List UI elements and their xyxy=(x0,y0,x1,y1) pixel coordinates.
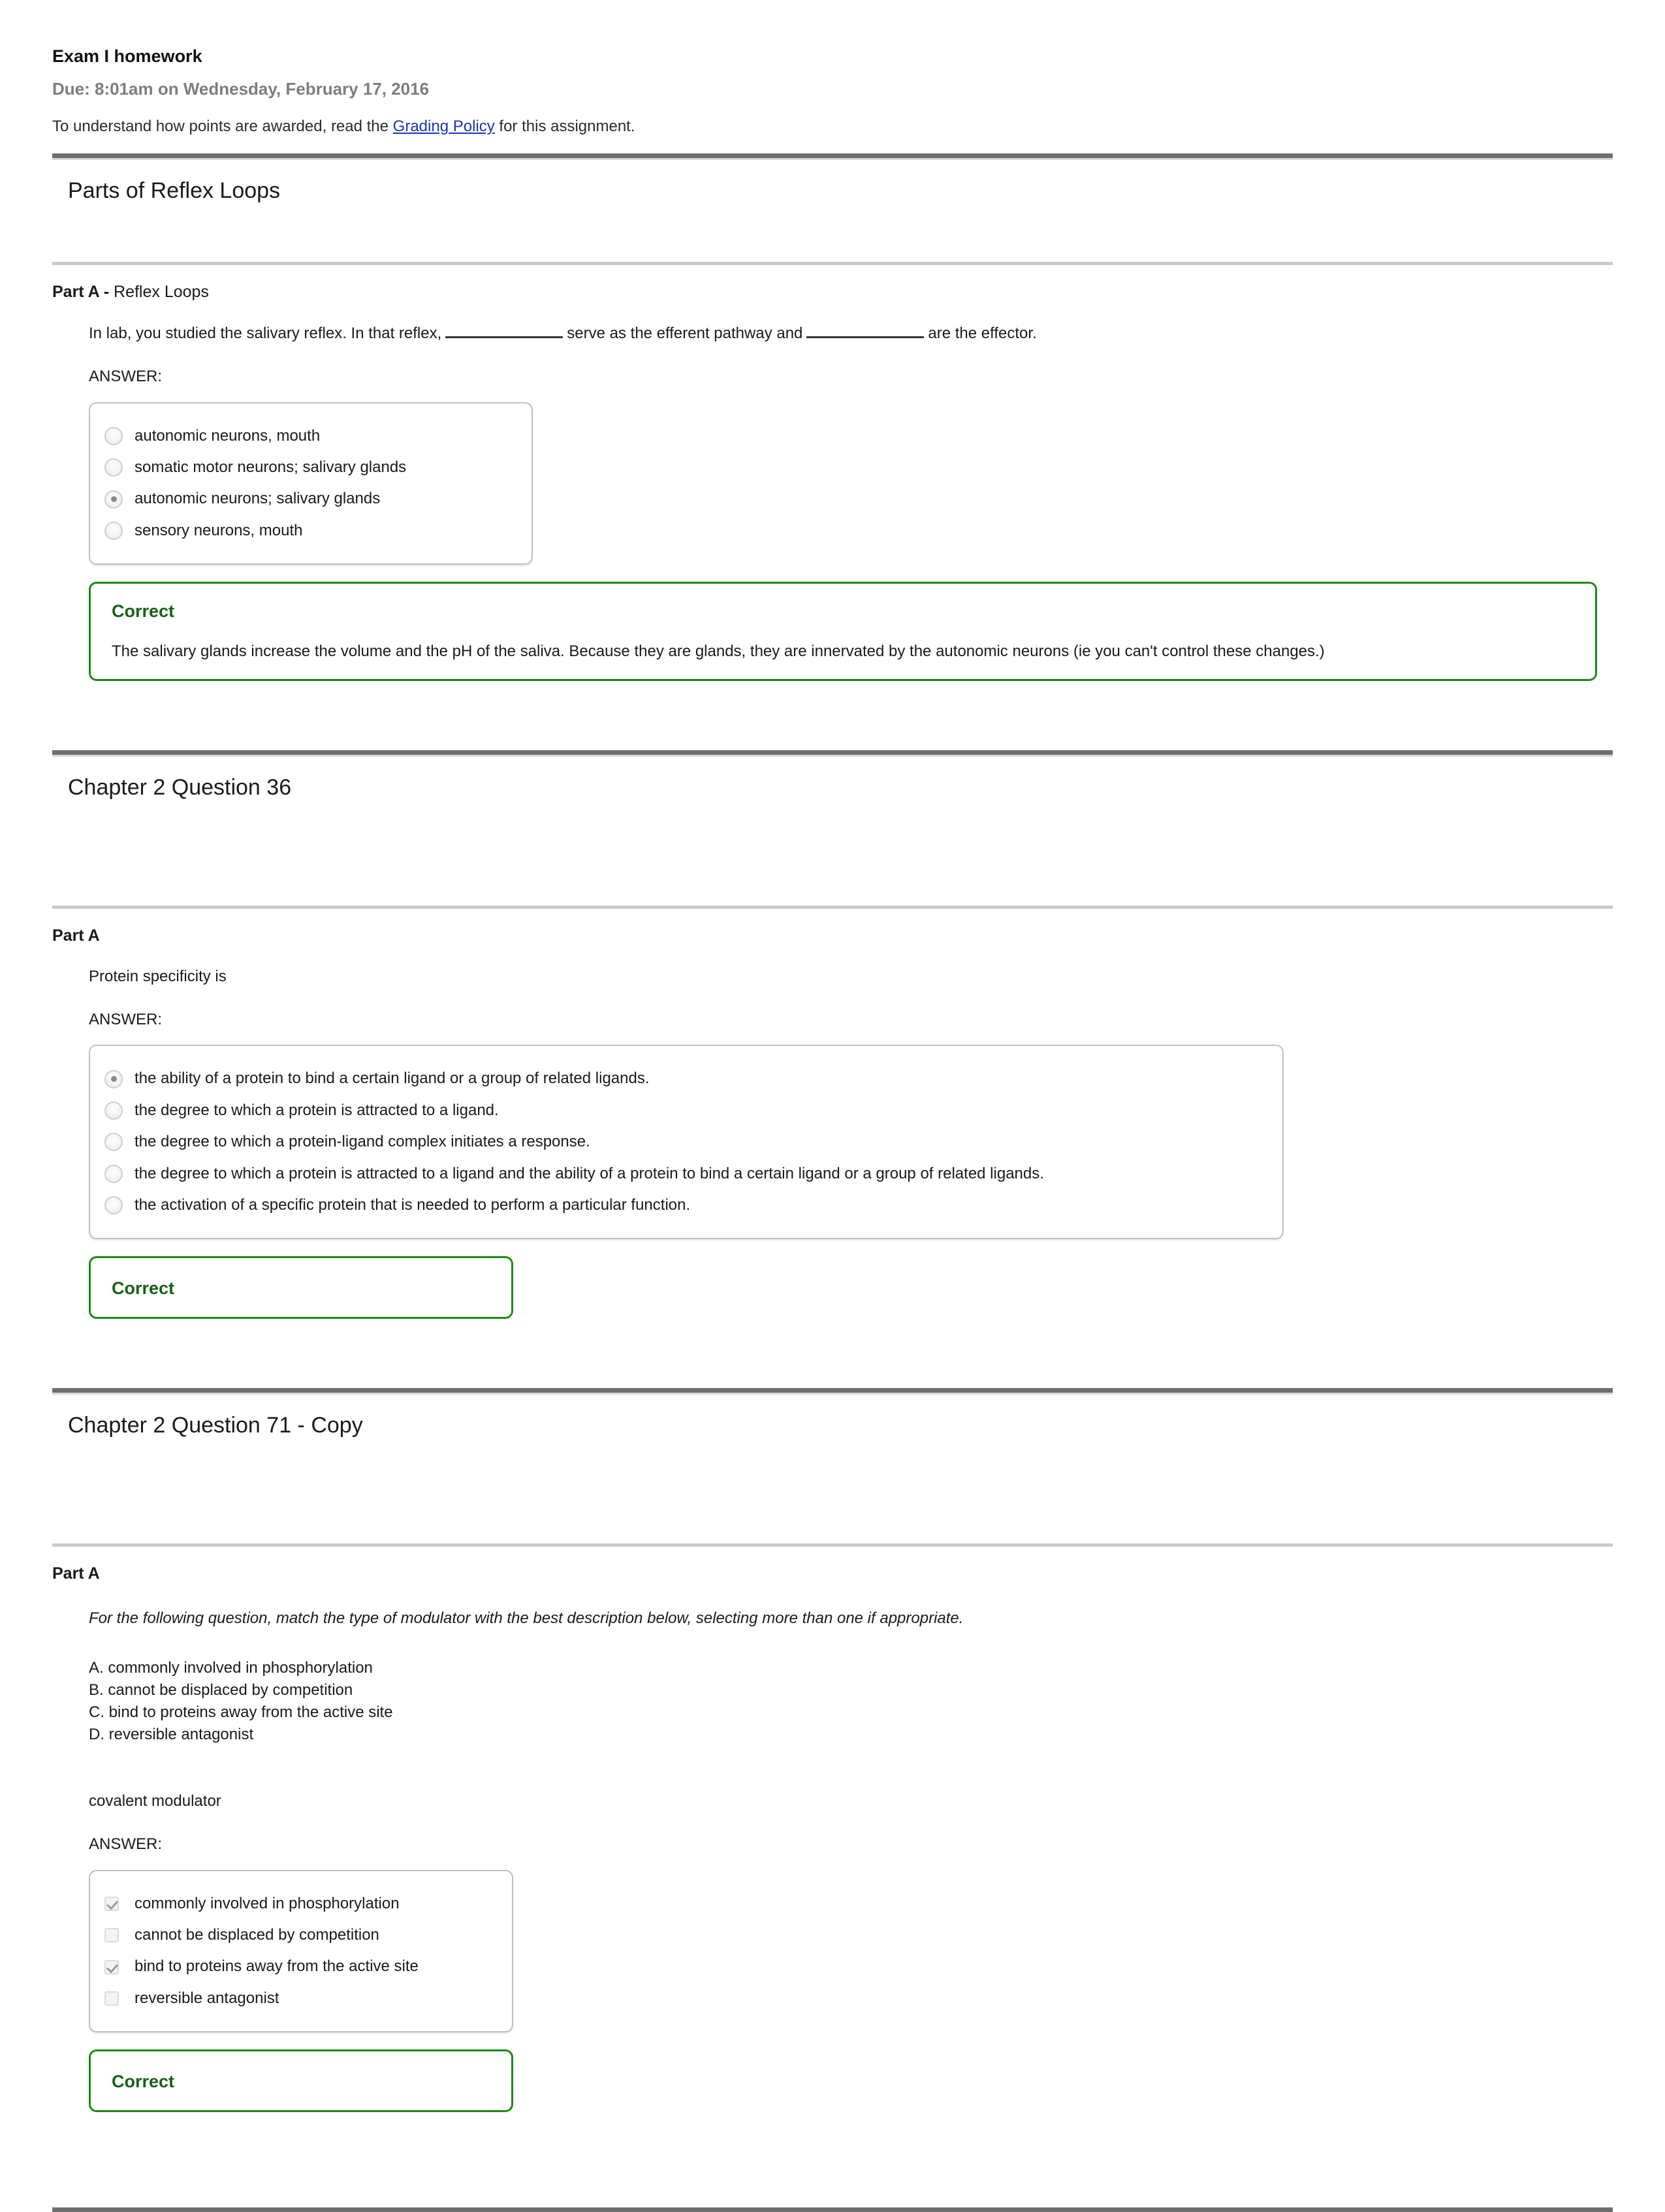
option-label: the degree to which a protein is attract… xyxy=(135,1101,499,1119)
feedback-correct-box: Correct xyxy=(89,1256,513,1319)
grading-note-suffix: for this assignment. xyxy=(494,118,635,136)
feedback-status-title: Correct xyxy=(112,1278,175,1299)
option-label: autonomic neurons, mouth xyxy=(135,426,321,445)
radio-button-icon-selected[interactable] xyxy=(104,1069,123,1088)
checkbox-icon-checked[interactable] xyxy=(104,1896,119,1911)
part-label-text: Part A xyxy=(52,926,100,945)
part-label: Part A xyxy=(52,909,1613,946)
assignment-due-date: Due: 8:01am on Wednesday, February 17, 2… xyxy=(52,78,430,99)
matching-prompt: covalent modulator xyxy=(89,1792,221,1810)
section-divider xyxy=(52,1388,1613,1393)
radio-button-icon[interactable] xyxy=(104,1164,123,1183)
option-label: somatic motor neurons; salivary glands xyxy=(135,458,407,477)
radio-button-icon[interactable] xyxy=(104,1133,123,1152)
part-a-reflex-loops: Part A - Reflex Loops In lab, you studie… xyxy=(52,265,1613,682)
part-label-text: Part A - xyxy=(52,283,110,302)
question-instruction: For the following question, match the ty… xyxy=(89,1609,964,1628)
radio-button-icon[interactable] xyxy=(104,458,123,477)
answer-label: ANSWER: xyxy=(89,1835,163,1853)
answer-blank-1 xyxy=(445,322,563,339)
option-label: sensory neurons, mouth xyxy=(135,521,303,539)
checkbox-icon[interactable] xyxy=(104,1928,119,1943)
radio-button-icon[interactable] xyxy=(104,1101,123,1120)
option-row[interactable]: the degree to which a protein is attract… xyxy=(104,1095,1260,1126)
radio-button-icon[interactable] xyxy=(104,426,123,445)
option-row[interactable]: the activation of a specific protein tha… xyxy=(104,1190,1260,1221)
grading-policy-link[interactable]: Grading Policy xyxy=(393,118,495,135)
problem-title: Parts of Reflex Loops xyxy=(68,178,281,204)
part-label-text: Part A xyxy=(52,1564,100,1583)
choice-key-list: A. commonly involved in phosphorylation … xyxy=(89,1659,393,1744)
option-label: bind to proteins away from the active si… xyxy=(135,1957,419,1976)
answer-blank-2 xyxy=(806,322,925,339)
feedback-explanation: The salivary glands increase the volume … xyxy=(112,642,1325,660)
feedback-status-title: Correct xyxy=(112,2072,175,2092)
problem-chapter-2-question-71-copy: Chapter 2 Question 71 - Copy Part A For … xyxy=(52,1393,1613,2190)
part-label: Part A xyxy=(52,1547,1613,1584)
section-divider-bottom xyxy=(52,2207,1613,2212)
page-content: Exam I homework Due: 8:01am on Wednesday… xyxy=(0,0,1665,2212)
question-stem-post: are the effector. xyxy=(928,324,1037,343)
assignment-header: Exam I homework Due: 8:01am on Wednesday… xyxy=(52,0,1613,136)
question-stem-pre: In lab, you studied the salivary reflex.… xyxy=(89,324,442,343)
radio-button-icon-selected[interactable] xyxy=(104,490,123,509)
feedback-status-title: Correct xyxy=(112,601,175,622)
grading-note-prefix: To understand how points are awarded, re… xyxy=(52,118,393,136)
option-row[interactable]: sensory neurons, mouth xyxy=(104,515,509,546)
question-stem: In lab, you studied the salivary reflex.… xyxy=(89,302,1613,345)
option-row[interactable]: the ability of a protein to bind a certa… xyxy=(104,1063,1260,1094)
option-label: commonly involved in phosphorylation xyxy=(135,1894,400,1912)
section-divider-top xyxy=(52,153,1613,159)
option-label: the ability of a protein to bind a certa… xyxy=(135,1069,650,1088)
option-row[interactable]: the degree to which a protein-ligand com… xyxy=(104,1126,1260,1158)
checkbox-icon-checked[interactable] xyxy=(104,1959,119,1974)
option-row[interactable]: commonly involved in phosphorylation xyxy=(104,1888,490,1920)
radio-button-icon[interactable] xyxy=(104,1196,123,1215)
option-row[interactable]: the degree to which a protein is attract… xyxy=(104,1158,1260,1190)
question-stem: Protein specificity is xyxy=(89,968,227,986)
answer-label: ANSWER: xyxy=(89,1010,163,1028)
option-row[interactable]: autonomic neurons, mouth xyxy=(104,420,509,452)
option-row[interactable]: autonomic neurons; salivary glands xyxy=(104,483,509,514)
grading-policy-note: To understand how points are awarded, re… xyxy=(52,116,1613,136)
option-label: reversible antagonist xyxy=(135,1989,279,2007)
answer-options-group: commonly involved in phosphorylation can… xyxy=(89,1869,513,2033)
assignment-title: Exam I homework xyxy=(52,46,202,66)
option-row[interactable]: bind to proteins away from the active si… xyxy=(104,1951,490,1982)
option-label: cannot be displaced by competition xyxy=(135,1925,379,1944)
feedback-correct-box: Correct xyxy=(89,2049,513,2113)
option-label: the activation of a specific protein tha… xyxy=(135,1196,691,1214)
answer-options-group: the ability of a protein to bind a certa… xyxy=(89,1045,1284,1240)
feedback-correct-box: Correct The salivary glands increase the… xyxy=(89,582,1597,682)
answer-label: ANSWER: xyxy=(89,368,163,386)
problem-title: Chapter 2 Question 71 - Copy xyxy=(68,1413,363,1438)
problem-chapter-2-question-36: Chapter 2 Question 36 Part A Protein spe… xyxy=(52,755,1613,1371)
question-stem-mid: serve as the efferent pathway and xyxy=(567,324,803,343)
part-sublabel: Reflex Loops xyxy=(109,283,209,302)
problem-parts-of-reflex-loops: Parts of Reflex Loops Part A - Reflex Lo… xyxy=(52,158,1613,733)
radio-button-icon[interactable] xyxy=(104,522,123,541)
section-divider xyxy=(52,750,1613,755)
option-row[interactable]: reversible antagonist xyxy=(104,1983,490,2014)
part-a-question-36: Part A Protein specificity is ANSWER: th… xyxy=(52,909,1613,1319)
option-label: the degree to which a protein-ligand com… xyxy=(135,1133,590,1151)
option-row[interactable]: cannot be displaced by competition xyxy=(104,1920,490,1951)
checkbox-icon[interactable] xyxy=(104,1991,119,2006)
part-a-question-71: Part A For the following question, match… xyxy=(52,1547,1613,2113)
assignment-page: Exam I homework Due: 8:01am on Wednesday… xyxy=(0,0,1665,2212)
option-row[interactable]: somatic motor neurons; salivary glands xyxy=(104,452,509,483)
option-label: the degree to which a protein is attract… xyxy=(135,1164,1044,1182)
option-label: autonomic neurons; salivary glands xyxy=(135,490,381,508)
part-label: Part A - Reflex Loops xyxy=(52,265,1613,302)
problem-title: Chapter 2 Question 36 xyxy=(68,775,292,800)
answer-options-group: autonomic neurons, mouth somatic motor n… xyxy=(89,402,533,565)
